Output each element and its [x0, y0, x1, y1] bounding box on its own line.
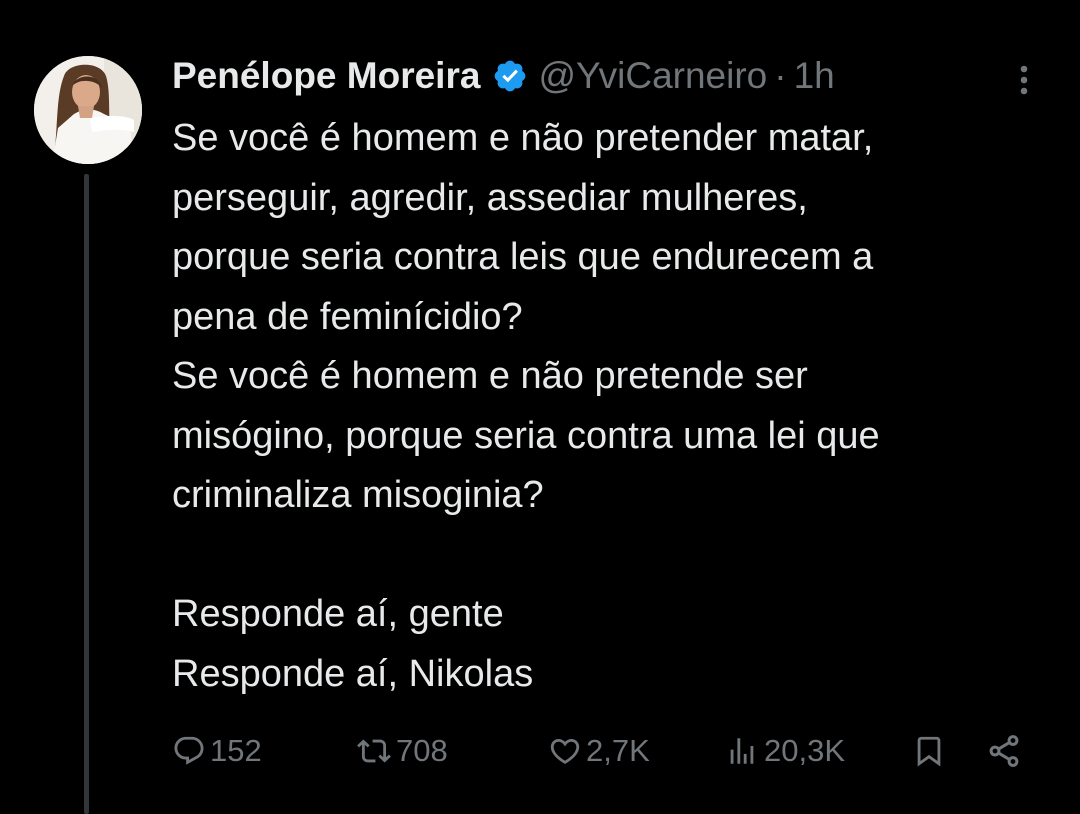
tweet-text-line: porque seria contra leis que endurecem a [172, 236, 874, 278]
retweet-count: 708 [396, 733, 448, 768]
separator-dot: · [774, 55, 787, 96]
tweet-text-line: Se você é homem e não pretender matar, [172, 117, 874, 159]
heart-icon [548, 734, 582, 768]
views-count: 20,3K [764, 733, 846, 768]
timestamp[interactable]: 1h [794, 55, 835, 97]
tweet-text: Se você é homem e não pretender matar, p… [172, 109, 1052, 704]
reply-button[interactable]: 152 [172, 726, 262, 776]
tweet-text-line: misógino, porque seria contra uma lei qu… [172, 414, 880, 457]
tweet[interactable]: Penélope Moreira @YviCarneiro · 1h Se vo… [0, 0, 1080, 814]
tweet-text-line: criminaliza misoginia? [172, 474, 544, 516]
bookmark-icon [912, 733, 946, 769]
tweet-header: Penélope Moreira @YviCarneiro · 1h [172, 54, 835, 98]
bookmark-button[interactable] [912, 726, 946, 776]
avatar-photo [34, 56, 142, 164]
like-button[interactable]: 2,7K [548, 726, 650, 776]
tweet-text-line: Responde aí, gente [172, 593, 504, 635]
more-options-icon[interactable] [1014, 62, 1034, 98]
author-display-name[interactable]: Penélope Moreira [172, 55, 480, 97]
avatar[interactable] [34, 56, 142, 164]
tweet-text-line: pena de feminícidio? [172, 295, 523, 338]
thread-line [84, 174, 89, 814]
retweet-button[interactable]: 708 [356, 726, 448, 776]
action-bar: 152 708 2,7K 20,3K [172, 726, 1032, 776]
share-icon [986, 733, 1022, 769]
tweet-text-line: perseguir, agredir, assediar mulheres, [172, 176, 808, 219]
views-icon [724, 734, 760, 768]
share-button[interactable] [986, 726, 1022, 776]
reply-icon [172, 734, 206, 768]
tweet-text-line: Se você é homem e não pretende ser [172, 355, 808, 397]
like-count: 2,7K [586, 733, 650, 768]
views-button[interactable]: 20,3K [724, 726, 845, 776]
reply-count: 152 [210, 733, 262, 768]
retweet-icon [356, 734, 392, 768]
author-handle[interactable]: @YviCarneiro [538, 55, 767, 97]
tweet-text-line: Responde aí, Nikolas [172, 652, 534, 695]
verified-badge-icon[interactable] [492, 58, 528, 94]
